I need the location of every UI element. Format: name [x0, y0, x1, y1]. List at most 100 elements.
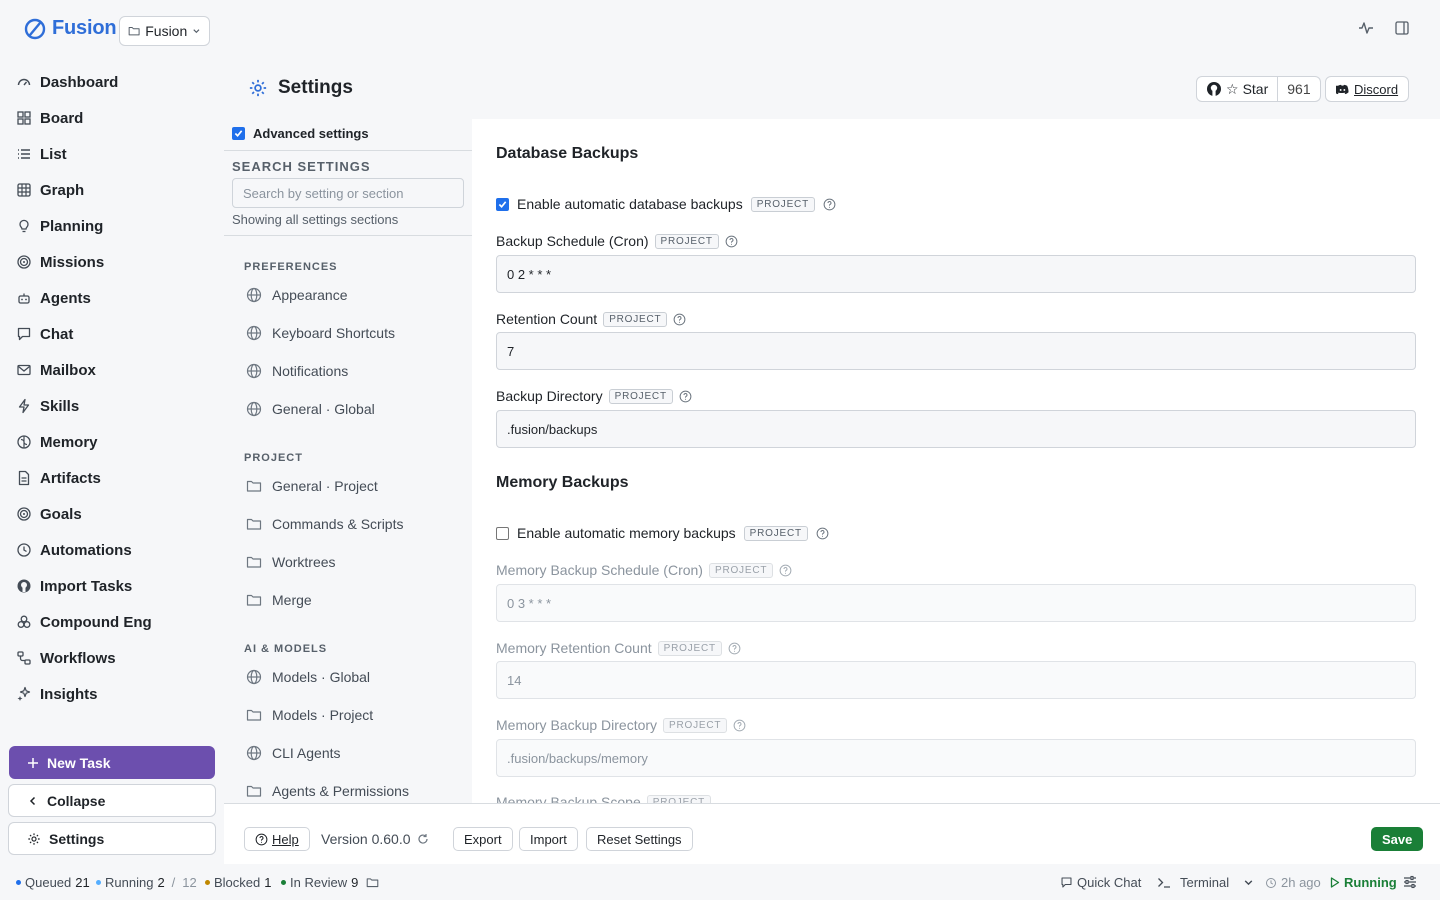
sidebar-item-label: Dashboard: [40, 73, 119, 91]
project-switcher[interactable]: Fusion: [119, 16, 210, 46]
sidebar-item-label: Agents: [40, 289, 91, 307]
brand-name: Fusion: [52, 17, 117, 39]
github-star-label: Star: [1242, 81, 1269, 97]
engine-state[interactable]: Running: [1330, 875, 1397, 890]
advanced-settings-toggle[interactable]: Advanced settings: [232, 126, 369, 141]
workflow-icon: [17, 651, 31, 665]
gauge-icon: [17, 78, 31, 86]
settings-nav-item-general-global[interactable]: General · Global: [246, 401, 375, 417]
gear-icon: [249, 79, 267, 97]
checkbox-checked-icon[interactable]: [232, 127, 245, 140]
help-circle-icon[interactable]: [823, 198, 836, 211]
settings-nav-item-keyboard-shortcuts[interactable]: Keyboard Shortcuts: [246, 325, 395, 341]
section-heading-ai-models: AI & MODELS: [244, 643, 328, 655]
settings-nav-item-commands-scripts[interactable]: Commands & Scripts: [246, 516, 403, 532]
settings-search-input[interactable]: [232, 178, 464, 208]
db-retention-input[interactable]: [496, 332, 1416, 370]
sidebar-item-list[interactable]: List: [16, 136, 216, 172]
status-running[interactable]: Running 2 / 12: [96, 875, 197, 890]
sidebar-item-import-tasks[interactable]: Import Tasks: [16, 568, 216, 604]
help-circle-icon[interactable]: [679, 390, 692, 403]
sidebar-item-goals[interactable]: Goals: [16, 496, 216, 532]
status-queued[interactable]: Queued 21: [16, 875, 90, 890]
reset-settings-button[interactable]: Reset Settings: [586, 827, 693, 851]
sidebar-item-workflows[interactable]: Workflows: [16, 640, 216, 676]
settings-nav-item-agents-permissions[interactable]: Agents & Permissions: [246, 783, 409, 799]
mem-schedule-input[interactable]: [496, 584, 1416, 622]
collapse-button[interactable]: Collapse: [8, 784, 216, 817]
sidebar-item-agents[interactable]: Agents: [16, 280, 216, 316]
brand-logo[interactable]: Fusion: [24, 17, 117, 40]
sidebar-item-label: Missions: [40, 253, 105, 271]
sidebar-item-memory[interactable]: Memory: [16, 424, 216, 460]
sidebar-item-chat[interactable]: Chat: [16, 316, 216, 352]
mem-dir-input[interactable]: [496, 739, 1416, 777]
sliders-icon[interactable]: [1403, 875, 1417, 889]
folder-icon: [246, 594, 262, 606]
help-circle-icon[interactable]: [725, 235, 738, 248]
help-circle-icon[interactable]: [733, 719, 746, 732]
activity-icon[interactable]: [1358, 20, 1374, 36]
queued-dot: [16, 880, 21, 885]
new-task-button[interactable]: New Task: [9, 746, 215, 779]
mem-dir-label-row: Memory Backup Directory PROJECT: [496, 717, 746, 733]
chevron-down-icon[interactable]: [1243, 877, 1254, 888]
db-dir-label: Backup Directory: [496, 388, 603, 404]
discord-link[interactable]: Discord: [1325, 76, 1410, 102]
sidebar-item-mailbox[interactable]: Mailbox: [16, 352, 216, 388]
chevron-left-icon: [29, 796, 36, 805]
sidebar-item-dashboard[interactable]: Dashboard: [16, 64, 216, 100]
settings-nav-item-worktrees[interactable]: Worktrees: [246, 554, 336, 570]
mem-schedule-label: Memory Backup Schedule (Cron): [496, 562, 703, 578]
refresh-icon[interactable]: [417, 833, 429, 845]
sidebar-item-planning[interactable]: Planning: [16, 208, 216, 244]
settings-nav-item-merge[interactable]: Merge: [246, 592, 312, 608]
github-icon: [1207, 82, 1221, 96]
help-circle-icon[interactable]: [816, 527, 829, 540]
mem-retention-input[interactable]: [496, 661, 1416, 699]
settings-nav-item-general-project[interactable]: General · Project: [246, 478, 378, 494]
db-schedule-label: Backup Schedule (Cron): [496, 233, 649, 249]
mem-backup-enable-checkbox[interactable]: [496, 526, 509, 540]
db-backup-enable-checkbox[interactable]: [496, 197, 509, 211]
help-button[interactable]: Help: [244, 827, 310, 851]
quick-chat-button[interactable]: Quick Chat: [1060, 875, 1141, 890]
page-title: Settings: [248, 77, 353, 99]
github-star-count[interactable]: 961: [1278, 76, 1321, 102]
sidebar-item-graph[interactable]: Graph: [16, 172, 216, 208]
sidebar-item-artifacts[interactable]: Artifacts: [16, 460, 216, 496]
settings-nav-item-models-global[interactable]: Models · Global: [246, 669, 370, 685]
save-button[interactable]: Save: [1371, 827, 1424, 851]
settings-panel: Database Backups Enable automatic databa…: [472, 119, 1440, 803]
settings-nav-item-cli-agents[interactable]: CLI Agents: [246, 745, 341, 761]
settings-nav-item-notifications[interactable]: Notifications: [246, 363, 348, 379]
sidebar-item-missions[interactable]: Missions: [16, 244, 216, 280]
sidebar-item-label: Mailbox: [40, 361, 96, 379]
status-in-review[interactable]: In Review 9: [281, 875, 379, 890]
sidebar-item-skills[interactable]: Skills: [16, 388, 216, 424]
db-schedule-input[interactable]: [496, 255, 1416, 293]
settings-button[interactable]: Settings: [8, 822, 216, 855]
panel-toggle-icon[interactable]: [1394, 20, 1410, 36]
help-circle-icon[interactable]: [728, 642, 741, 655]
review-dot: [281, 880, 286, 885]
sidebar-nav: Dashboard Board List Graph Planning Miss…: [16, 64, 216, 712]
sidebar-item-compound-eng[interactable]: Compound Eng: [16, 604, 216, 640]
settings-label: Settings: [49, 830, 105, 847]
sidebar-item-board[interactable]: Board: [16, 100, 216, 136]
board-icon: [17, 111, 31, 125]
sidebar-item-insights[interactable]: Insights: [16, 676, 216, 712]
github-star-button[interactable]: ☆ Star: [1196, 76, 1279, 102]
gear-icon: [28, 832, 40, 845]
sidebar-item-automations[interactable]: Automations: [16, 532, 216, 568]
status-blocked[interactable]: Blocked 1: [205, 875, 271, 890]
import-button[interactable]: Import: [519, 827, 578, 851]
settings-nav-item-models-project[interactable]: Models · Project: [246, 707, 373, 723]
terminal-button[interactable]: Terminal: [1157, 875, 1254, 890]
settings-nav-item-appearance[interactable]: Appearance: [246, 287, 348, 303]
help-circle-icon[interactable]: [779, 564, 792, 577]
help-circle-icon[interactable]: [673, 313, 686, 326]
db-dir-input[interactable]: [496, 410, 1416, 448]
export-button[interactable]: Export: [453, 827, 513, 851]
sidebar-item-label: Compound Eng: [40, 613, 152, 631]
